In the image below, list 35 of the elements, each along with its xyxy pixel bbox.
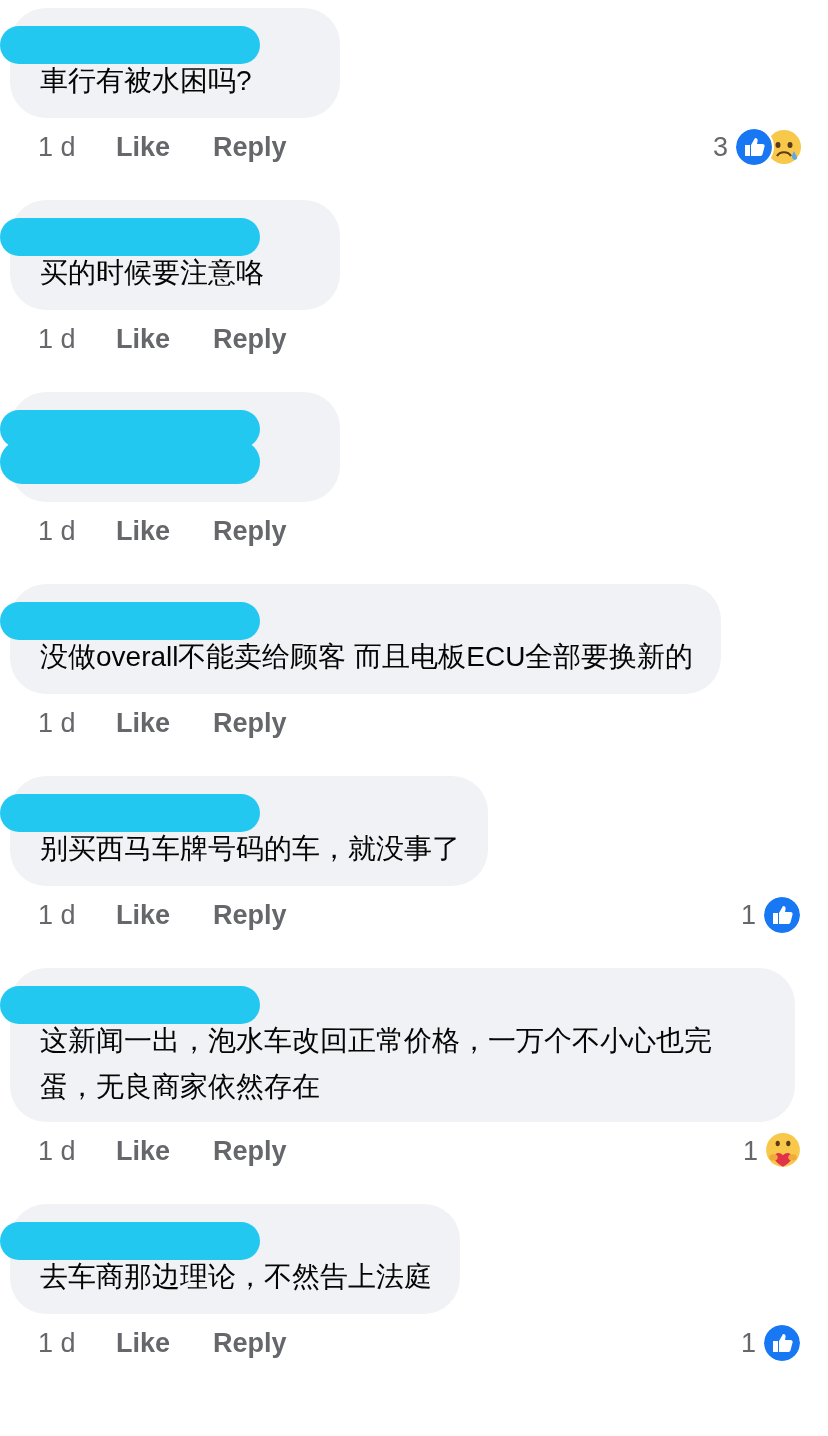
hugging-face-icon [764, 1132, 802, 1170]
comment-time: 1 d [38, 130, 77, 164]
comment-text: 車行有被水困吗? [40, 64, 253, 98]
like-link[interactable]: Like [116, 318, 213, 360]
comment-text: 去车商那边理论，不然告上法庭 [40, 1260, 432, 1294]
comment-text: 这新闻一出，泡水车改回正常价格，一万个不小心也完蛋，无良商家依然存在 [40, 1024, 713, 1104]
thumbs-up-icon [734, 127, 774, 167]
reaction-count: 1 [740, 898, 756, 932]
comment-text: 别买西马车牌号码的车，就没事了 [40, 832, 460, 866]
comment-text: 没做overall不能卖给顾客 而且电板ECU全部要换新的 [40, 640, 694, 674]
reply-link[interactable]: Reply [213, 1130, 287, 1172]
like-link[interactable]: Like [116, 510, 213, 552]
reply-link[interactable]: Reply [213, 126, 287, 168]
like-link[interactable]: Like [116, 1322, 213, 1364]
like-link[interactable]: Like [116, 702, 213, 744]
reaction-count: 3 [712, 130, 728, 164]
reply-link[interactable]: Reply [213, 318, 287, 360]
like-link[interactable]: Like [116, 1130, 213, 1172]
reaction-count: 1 [742, 1134, 758, 1168]
comment-time: 1 d [38, 1326, 77, 1360]
comment-time: 1 d [38, 898, 77, 932]
reply-link[interactable]: Reply [213, 894, 287, 936]
comment-time: 1 d [38, 322, 77, 356]
reply-link[interactable]: Reply [213, 1322, 287, 1364]
reply-link[interactable]: Reply [213, 510, 287, 552]
like-link[interactable]: Like [116, 894, 213, 936]
reply-link[interactable]: Reply [213, 702, 287, 744]
like-link[interactable]: Like [116, 126, 213, 168]
comment-time: 1 d [38, 514, 77, 548]
thumbs-up-icon [762, 1323, 802, 1363]
comment-text: 买的时候要注意咯 [40, 256, 265, 290]
reaction-count: 1 [740, 1326, 756, 1360]
thumbs-up-icon [762, 895, 802, 935]
comment-time: 1 d [38, 706, 77, 740]
comment-time: 1 d [38, 1134, 77, 1168]
